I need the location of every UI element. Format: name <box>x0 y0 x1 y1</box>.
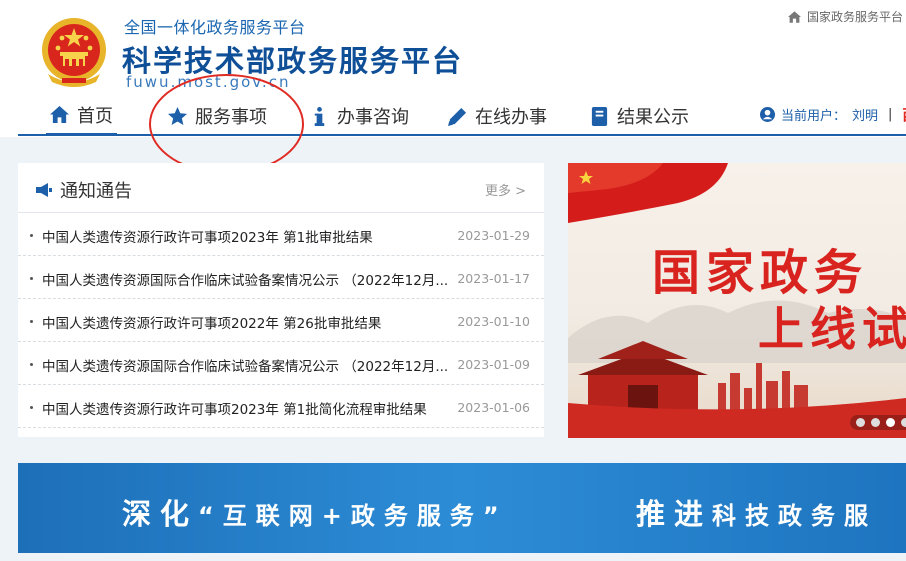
notice-date: 2023-01-10 <box>457 314 530 329</box>
slogan-left: 深化“互联网+政务服务” <box>122 491 508 533</box>
notice-date: 2023-01-29 <box>457 228 530 243</box>
home-icon <box>50 105 69 124</box>
slogan-word-advance: 推进 <box>636 497 713 531</box>
notice-date: 2023-01-17 <box>457 271 530 286</box>
carousel-dot-active[interactable] <box>886 418 895 427</box>
slogan-internet-plus: “互联网+政务服务” <box>198 502 508 530</box>
nav-result-publicity-label: 结果公示 <box>617 107 689 128</box>
slogan-word-deepen: 深化 <box>122 497 199 531</box>
slogan-right: 推进科技政务服 <box>636 491 877 533</box>
notice-title-label: 通知通告 <box>60 181 132 202</box>
book-icon <box>591 106 608 126</box>
current-user: 当前用户： 刘明 | 西 <box>760 104 906 125</box>
current-user-label: 当前用户： <box>781 109 847 124</box>
national-platform-label: 国家政务服务平台 <box>807 10 904 24</box>
notice-text[interactable]: 中国人类遗传资源行政许可事项2022年 第26批审批结果 <box>42 312 460 332</box>
nav-online-services-label: 在线办事 <box>475 107 547 128</box>
carousel-dot[interactable] <box>856 418 865 427</box>
nav-home[interactable]: 首页 <box>46 96 117 136</box>
logout-link-truncated[interactable]: 西 <box>902 104 906 125</box>
nav-online-services[interactable]: 在线办事 <box>448 96 547 136</box>
carousel-indicators <box>850 415 906 430</box>
national-emblem-logo <box>42 18 106 87</box>
list-item[interactable]: 中国人类遗传资源行政许可事项2023年 第1批简化流程审批结果 2023-01-… <box>18 385 544 428</box>
bullet-icon <box>30 363 33 366</box>
notice-title: 通知通告 <box>36 177 132 203</box>
list-item[interactable]: 中国人类遗传资源行政许可事项2023年 第1批审批结果 2023-01-29 <box>18 213 544 256</box>
banner-carousel[interactable]: 国家政务 上线试 <box>568 163 906 438</box>
slogan-banner: 深化“互联网+政务服务” 推进科技政务服 <box>18 463 906 553</box>
home-icon <box>788 10 801 23</box>
notice-list: 中国人类遗传资源行政许可事项2023年 第1批审批结果 2023-01-29 中… <box>18 213 544 428</box>
platform-subtitle: 全国一体化政务服务平台 <box>124 18 306 37</box>
site-domain: fuwu.most.gov.cn <box>126 73 291 91</box>
notice-header: 通知通告 更多 > <box>18 163 544 213</box>
bullet-icon <box>30 277 33 280</box>
nav-service-items-label: 服务事项 <box>195 107 267 128</box>
more-link[interactable]: 更多 > <box>485 180 526 199</box>
national-platform-link[interactable]: 国家政务服务平台 <box>788 8 903 25</box>
star-icon <box>168 106 187 125</box>
notice-panel: 通知通告 更多 > 中国人类遗传资源行政许可事项2023年 第1批审批结果 20… <box>18 163 544 437</box>
notice-text[interactable]: 中国人类遗传资源国际合作临床试验备案情况公示 （2022年12月... <box>42 269 460 289</box>
nav-consulting[interactable]: 办事咨询 <box>310 96 409 136</box>
nav-service-items[interactable]: 服务事项 <box>168 96 267 136</box>
list-item[interactable]: 中国人类遗传资源行政许可事项2022年 第26批审批结果 2023-01-10 <box>18 299 544 342</box>
pencil-icon <box>448 107 467 126</box>
user-icon <box>760 107 775 122</box>
carousel-dot[interactable] <box>871 418 880 427</box>
nav-home-label: 首页 <box>77 105 113 127</box>
notice-text[interactable]: 中国人类遗传资源行政许可事项2023年 第1批简化流程审批结果 <box>42 398 460 418</box>
user-separator: | <box>888 107 893 122</box>
bullet-icon <box>30 320 33 323</box>
notice-text[interactable]: 中国人类遗传资源行政许可事项2023年 第1批审批结果 <box>42 226 460 246</box>
bullet-icon <box>30 234 33 237</box>
list-item[interactable]: 中国人类遗传资源国际合作临床试验备案情况公示 （2022年12月... 2023… <box>18 256 544 299</box>
list-item[interactable]: 中国人类遗传资源国际合作临床试验备案情况公示 （2022年12月... 2023… <box>18 342 544 385</box>
slogan-tech-service: 科技政务服 <box>712 502 878 530</box>
banner-headline-line2: 上线试 <box>758 302 906 356</box>
bullet-icon <box>30 406 33 409</box>
carousel-dot[interactable] <box>901 418 906 427</box>
nav-result-publicity[interactable]: 结果公示 <box>590 96 689 136</box>
current-user-name[interactable]: 刘明 <box>852 105 878 124</box>
nav-consulting-label: 办事咨询 <box>337 107 409 128</box>
notice-date: 2023-01-06 <box>457 400 530 415</box>
notice-text[interactable]: 中国人类遗传资源国际合作临床试验备案情况公示 （2022年12月... <box>42 355 460 375</box>
notice-date: 2023-01-09 <box>457 357 530 372</box>
info-icon <box>314 106 325 126</box>
megaphone-icon <box>36 183 52 197</box>
